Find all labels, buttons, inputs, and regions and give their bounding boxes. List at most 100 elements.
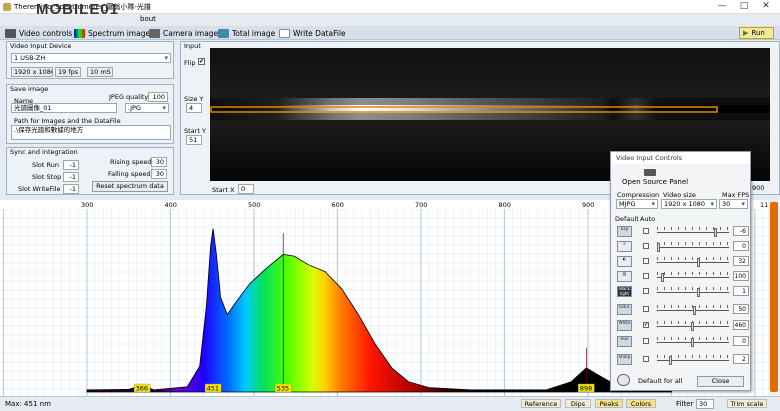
default-button[interactable]: Sharp <box>617 354 632 365</box>
device-select[interactable]: 1 USB-ZH <box>11 53 171 63</box>
slider-thumb[interactable] <box>693 306 696 315</box>
control-value[interactable]: 50 <box>733 304 749 314</box>
minimize-button[interactable]: — <box>711 0 733 13</box>
path-input[interactable]: .\保存光譜和數據的地方 <box>11 125 171 140</box>
filter-input[interactable]: 30 <box>696 399 714 409</box>
control-value[interactable]: 2 <box>733 354 749 364</box>
compression-select[interactable]: MJPG <box>616 199 658 209</box>
default-button[interactable]: White <box>617 320 632 331</box>
control-value[interactable]: 0 <box>733 336 749 346</box>
flip-checkbox[interactable]: ✔ <box>198 58 205 65</box>
sync-label: Sync and integration <box>10 148 78 156</box>
size-y-input[interactable]: 4 <box>186 103 202 113</box>
control-row: Exp -6 <box>613 226 750 238</box>
jpeg-quality-input[interactable]: 100 <box>148 92 168 102</box>
max-fps-select[interactable]: 30 <box>719 199 748 209</box>
slider-track[interactable] <box>657 232 729 233</box>
video-controls-button[interactable]: Video controls <box>5 27 72 39</box>
control-value[interactable]: 100 <box>733 271 749 281</box>
write-datafile-button[interactable]: Write DataFile <box>279 27 346 39</box>
max-readout: Max: 451 nm <box>5 400 51 408</box>
auto-checkbox[interactable] <box>643 288 649 294</box>
start-y-input[interactable]: 51 <box>186 135 202 145</box>
reset-spectrum-button[interactable]: Reset spectrum data <box>92 181 168 192</box>
image-name-input[interactable]: 光譜圖像_01 <box>11 103 117 113</box>
format-select[interactable]: .JPG <box>125 103 169 113</box>
rising-speed-label: Rising speed <box>110 158 152 166</box>
slider-thumb[interactable] <box>661 273 664 282</box>
axis-tick-label: 300 <box>81 201 93 209</box>
axis-tick-label: 700 <box>415 201 427 209</box>
auto-checkbox[interactable] <box>643 306 649 312</box>
default-button[interactable]: ▨ <box>617 271 632 282</box>
maximize-button[interactable]: □ <box>733 0 755 13</box>
open-source-panel-button[interactable]: Open Source Panel <box>622 178 688 186</box>
slider-thumb[interactable] <box>697 288 700 297</box>
control-value[interactable]: -6 <box>733 226 749 236</box>
control-value[interactable]: 0 <box>733 241 749 251</box>
default-button[interactable]: Satur. <box>617 304 632 315</box>
slot-writefile-input[interactable]: -1 <box>63 184 79 194</box>
default-label: Default <box>615 215 639 223</box>
video-size-select[interactable]: 1920 x 1080 <box>661 199 717 209</box>
control-value[interactable]: 1 <box>733 286 749 296</box>
spectrum-image-button[interactable]: Spectrum image <box>74 27 150 39</box>
auto-checkbox[interactable] <box>643 228 649 234</box>
dips-button[interactable]: Dips <box>565 399 591 408</box>
control-row: White ✔ 460 <box>613 320 750 332</box>
control-row: ☼ 0 <box>613 241 750 253</box>
auto-checkbox[interactable] <box>643 356 649 362</box>
run-button[interactable]: ▶ Run <box>739 27 774 39</box>
falling-speed-input[interactable]: 30 <box>151 169 167 179</box>
video-size-label: Video size <box>663 191 696 199</box>
watermark: MOBILE01 <box>36 1 120 18</box>
auto-checkbox[interactable] <box>643 338 649 344</box>
scrollbar[interactable] <box>768 200 780 396</box>
control-row: Sharp 2 <box>613 354 750 366</box>
flip-label: Flip <box>184 59 196 67</box>
axis-tick-label: 400 <box>165 201 177 209</box>
default-button[interactable]: ◐ <box>617 256 632 267</box>
slider-track[interactable] <box>657 277 729 278</box>
auto-checkbox[interactable] <box>643 243 649 249</box>
trim-scale-button[interactable]: Trim scale <box>727 399 767 408</box>
slider-track[interactable] <box>657 262 729 263</box>
slider-thumb[interactable] <box>691 338 694 347</box>
control-value[interactable]: 460 <box>733 320 749 330</box>
about-menu[interactable]: bout <box>140 15 156 23</box>
close-dialog-button[interactable]: Close <box>697 376 744 387</box>
peaks-button[interactable]: Peaks <box>595 399 623 408</box>
colors-button[interactable]: Colors <box>626 399 656 408</box>
auto-checkbox[interactable] <box>643 273 649 279</box>
slider-thumb[interactable] <box>669 356 672 365</box>
total-image-button[interactable]: Total image <box>218 27 275 39</box>
slot-run-input[interactable]: -1 <box>63 160 79 170</box>
slot-stop-input[interactable]: -1 <box>63 172 79 182</box>
slider-thumb[interactable] <box>691 322 694 331</box>
camera-image-button[interactable]: Camera image <box>149 27 218 39</box>
slot-run-label: Slot Run <box>32 161 59 169</box>
slider-thumb[interactable] <box>697 258 700 267</box>
slider-thumb[interactable] <box>657 243 660 252</box>
slider-track[interactable] <box>657 292 729 293</box>
default-button[interactable]: Black light <box>617 286 632 297</box>
default-for-all-label[interactable]: Default for all <box>638 377 682 385</box>
default-button[interactable]: Hue <box>617 336 632 347</box>
close-button[interactable]: ✕ <box>755 0 777 13</box>
control-value[interactable]: 32 <box>733 256 749 266</box>
default-button[interactable]: Exp <box>617 226 632 237</box>
start-y-label: Start Y <box>184 127 206 135</box>
reference-button[interactable]: Reference <box>521 399 561 408</box>
control-row: Hue 0 <box>613 336 750 348</box>
start-x-input[interactable]: 0 <box>238 184 254 194</box>
scroll-thumb[interactable] <box>770 202 778 392</box>
auto-checkbox[interactable] <box>643 258 649 264</box>
rising-speed-input[interactable]: 30 <box>151 157 167 167</box>
filter-label: Filter <box>676 400 694 408</box>
slider-thumb[interactable] <box>714 228 717 237</box>
video-controls-icon <box>5 28 16 38</box>
slider-track[interactable] <box>657 247 729 248</box>
auto-checkbox[interactable]: ✔ <box>643 322 649 328</box>
slider-track[interactable] <box>657 360 729 361</box>
default-button[interactable]: ☼ <box>617 241 632 252</box>
